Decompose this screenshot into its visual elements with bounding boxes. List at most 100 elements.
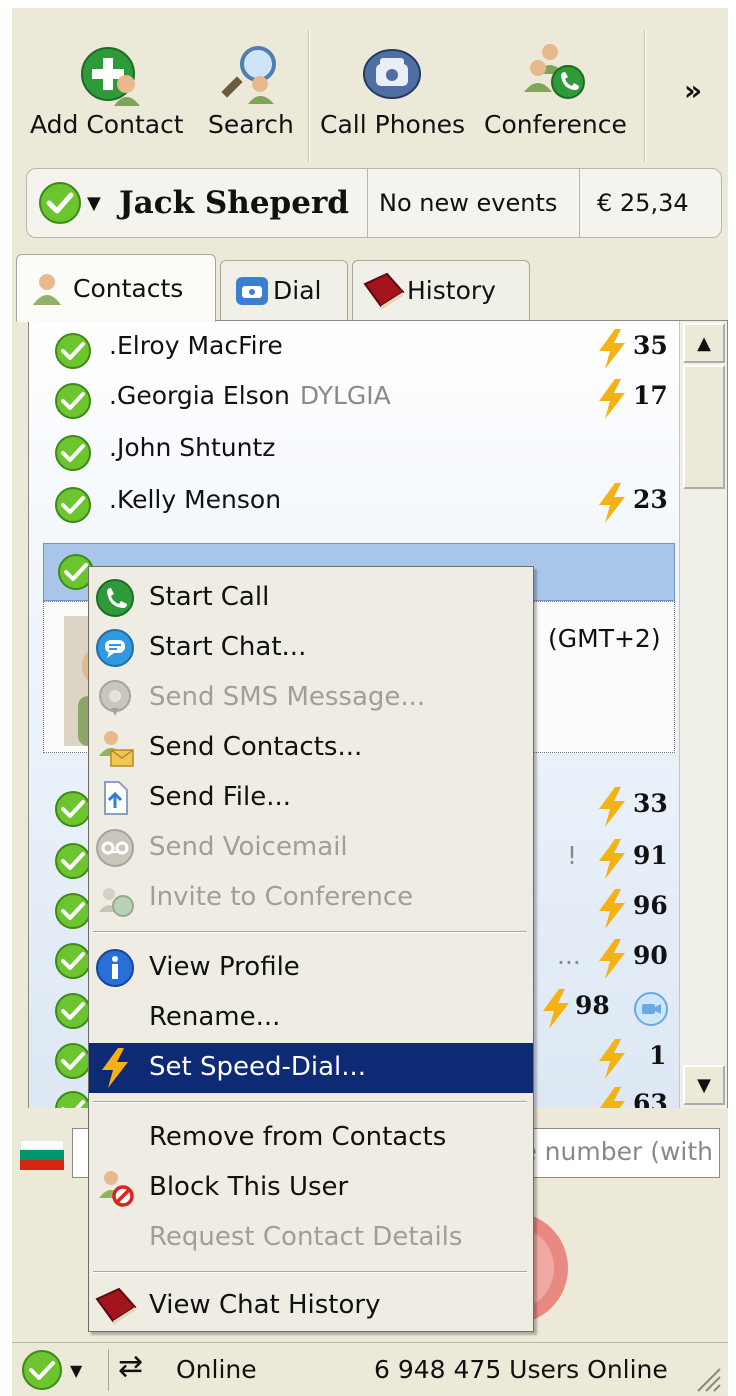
menu-item-label: View Profile: [149, 952, 300, 982]
users-online-count: 6 948 475 Users Online: [374, 1355, 668, 1384]
contact-list-scrollbar[interactable]: ▲ ▼: [679, 321, 727, 1109]
status-dropdown[interactable]: ▼: [20, 1347, 100, 1393]
toolbar-separator: [308, 30, 310, 162]
scroll-up-button[interactable]: ▲: [683, 323, 725, 363]
speed-dial-icon: [543, 989, 569, 1029]
status-text: Online: [176, 1355, 257, 1384]
online-status-dropdown[interactable]: ▼: [37, 169, 107, 237]
chevron-right-double-icon: »: [684, 74, 703, 107]
menu-item-label: Send Voicemail: [149, 832, 348, 862]
credit-cell[interactable]: € 25,34: [597, 169, 689, 237]
online-status-icon: [39, 182, 81, 224]
credit-balance: € 25,34: [597, 189, 689, 217]
search-icon: [221, 46, 276, 104]
divider: [367, 169, 368, 237]
menu-item-label: Start Chat...: [149, 632, 307, 662]
menu-item-send-file[interactable]: Send File...: [89, 773, 533, 823]
contact-name: .Georgia Elson DYLGIA: [109, 381, 391, 410]
tab-dial-label: Dial: [273, 276, 322, 305]
speed-dial-icon: [599, 1039, 625, 1079]
speed-dial-icon: [599, 483, 625, 523]
conference-button[interactable]: Conference: [478, 8, 638, 168]
list-item[interactable]: .Georgia Elson DYLGIA 17: [29, 373, 677, 423]
video-icon: [634, 992, 668, 1026]
menu-item-view-chat-history[interactable]: View Chat History: [89, 1281, 533, 1331]
voicemail-icon: [96, 829, 134, 867]
speed-dial-icon: [102, 1048, 128, 1088]
user-name-cell: Jack Sheperd: [119, 169, 349, 237]
scroll-down-button[interactable]: ▼: [683, 1065, 725, 1105]
divider: [579, 169, 580, 237]
tab-history[interactable]: History: [352, 260, 530, 320]
conference-icon: [99, 888, 134, 917]
online-status-icon: [55, 333, 91, 369]
contact-name: .Elroy MacFire: [109, 331, 283, 360]
list-item[interactable]: .Kelly Menson 23: [29, 477, 677, 527]
call-phones-button[interactable]: Call Phones: [318, 8, 468, 168]
menu-item-start-call[interactable]: Start Call: [89, 573, 533, 623]
online-status-icon: [55, 943, 91, 979]
menu-item-label: Block This User: [149, 1172, 349, 1202]
menu-item-label: Remove from Contacts: [149, 1122, 447, 1152]
speed-dial-icon: [599, 889, 625, 929]
mood-fragment: ..: [569, 1089, 585, 1110]
sms-icon: [99, 680, 131, 716]
search-button[interactable]: Search: [204, 8, 304, 168]
list-item[interactable]: .John Shtuntz: [29, 425, 677, 475]
history-book-icon: [363, 272, 405, 310]
tab-dial[interactable]: Dial: [220, 260, 348, 320]
menu-item-send-contacts[interactable]: Send Contacts...: [89, 723, 533, 773]
phone-icon: [363, 49, 421, 99]
contact-name: .Kelly Menson: [109, 485, 282, 514]
add-contact-button[interactable]: Add Contact: [30, 8, 190, 168]
tab-contacts[interactable]: Contacts: [16, 254, 216, 322]
menu-item-label: Rename...: [149, 1002, 281, 1032]
menu-item-label: Send Contacts...: [149, 732, 363, 762]
menu-item-label: Send File...: [149, 782, 292, 812]
chat-icon: [96, 629, 134, 667]
speed-dial-number: 96: [633, 891, 668, 920]
user-name[interactable]: Jack Sheperd: [119, 185, 349, 221]
online-status-icon: [55, 1043, 91, 1079]
menu-item-label: Start Call: [149, 582, 270, 612]
conference-icon: [524, 44, 585, 99]
events-cell[interactable]: No new events: [379, 169, 557, 237]
online-status-icon: [55, 791, 91, 827]
menu-item-remove-contact[interactable]: Remove from Contacts: [89, 1113, 533, 1163]
tab-history-label: History: [407, 276, 496, 305]
search-label: Search: [208, 110, 294, 139]
call-phones-label: Call Phones: [320, 110, 466, 139]
speed-dial-icon: [599, 1087, 625, 1109]
menu-item-view-profile[interactable]: View Profile: [89, 943, 533, 993]
toolbar-overflow-button[interactable]: »: [658, 8, 718, 168]
send-file-icon: [104, 781, 128, 815]
menu-item-label: Request Contact Details: [149, 1222, 463, 1252]
menu-item-rename[interactable]: Rename...: [89, 993, 533, 1043]
arrow-up-icon: ▲: [697, 332, 711, 354]
dial-icon: [236, 276, 268, 305]
online-status-icon: [55, 993, 91, 1029]
conference-label: Conference: [484, 110, 627, 139]
speed-dial-icon: [599, 379, 625, 419]
contact-timezone: (GMT+2): [548, 624, 661, 653]
menu-item-start-chat[interactable]: Start Chat...: [89, 623, 533, 673]
list-item[interactable]: .Elroy MacFire 35: [29, 323, 677, 373]
menu-item-request-details: Request Contact Details: [89, 1213, 533, 1263]
resize-grip-icon[interactable]: [692, 1363, 722, 1393]
menu-item-label: Set Speed-Dial...: [149, 1052, 367, 1082]
contact-name: .John Shtuntz: [109, 433, 276, 462]
menu-item-block-user[interactable]: Block This User: [89, 1163, 533, 1213]
bulgaria-flag-icon[interactable]: [20, 1140, 64, 1170]
dropdown-arrow-icon: ▼: [87, 192, 101, 214]
scroll-thumb[interactable]: [683, 365, 725, 489]
menu-separator: [93, 1101, 527, 1103]
events-status: No new events: [379, 189, 558, 217]
menu-item-invite-conference: Invite to Conference: [89, 873, 533, 923]
online-status-icon: [55, 1091, 91, 1109]
mood-fragment: !: [567, 841, 578, 870]
speed-dial-number: 98: [575, 991, 610, 1020]
online-status-icon: [22, 1350, 62, 1390]
speed-dial-icon: [599, 329, 625, 369]
menu-item-set-speed-dial[interactable]: Set Speed-Dial...: [89, 1043, 533, 1093]
speed-dial-number: 63: [633, 1089, 668, 1110]
